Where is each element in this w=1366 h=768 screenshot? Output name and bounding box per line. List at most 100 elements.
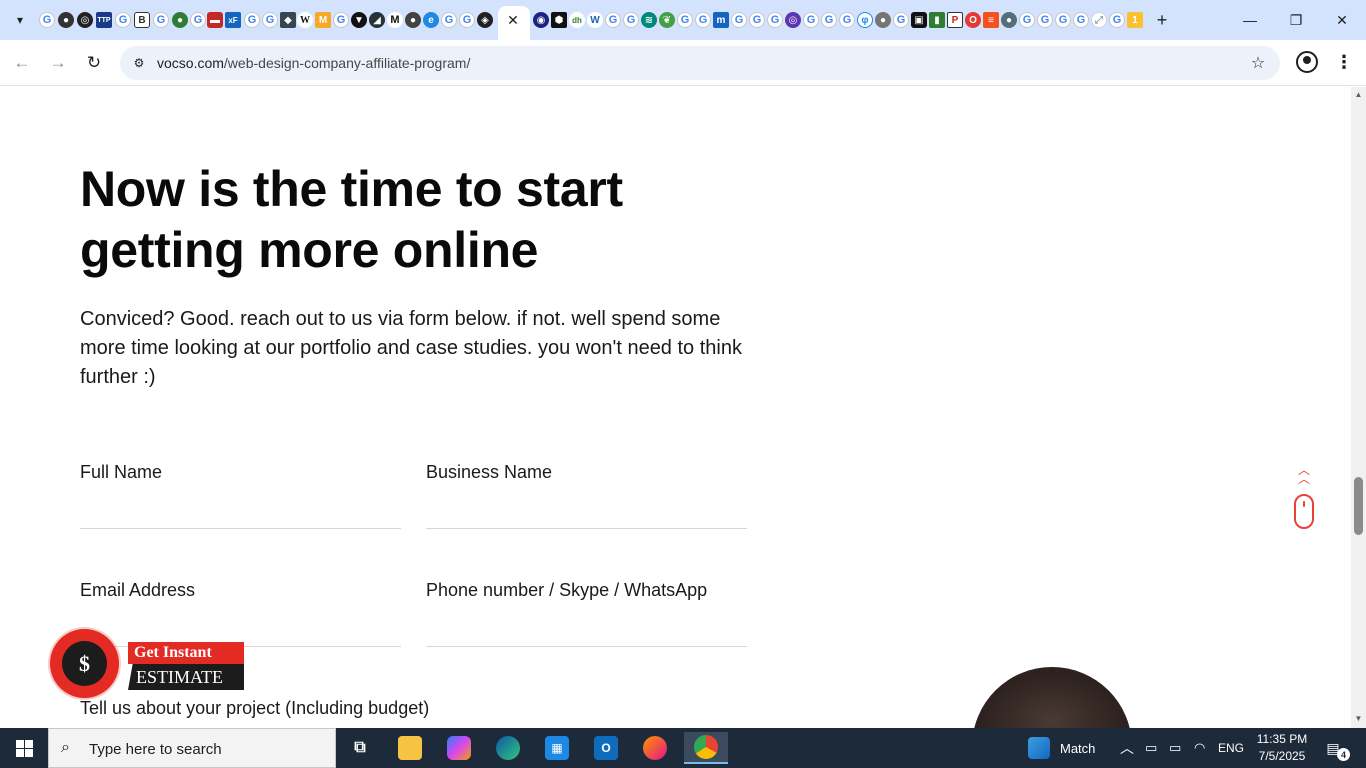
meet-icon[interactable]: ▭ bbox=[1145, 728, 1157, 768]
tab-favicon[interactable]: ▣ bbox=[911, 12, 927, 28]
tab-google-favicon[interactable]: G bbox=[623, 12, 639, 28]
task-view-button[interactable]: ⧉ bbox=[340, 732, 380, 764]
tab-favicon[interactable]: φ bbox=[857, 12, 873, 28]
tab-favicon[interactable]: ▬ bbox=[207, 12, 223, 28]
bookmark-star-icon[interactable]: ☆ bbox=[1248, 53, 1268, 73]
tab-google-favicon[interactable]: G bbox=[1037, 12, 1053, 28]
tab-google-favicon[interactable]: G bbox=[459, 12, 475, 28]
tab-google-favicon[interactable]: G bbox=[190, 12, 206, 28]
tab-google-favicon[interactable]: G bbox=[1019, 12, 1035, 28]
battery-icon[interactable]: ▭ bbox=[1169, 728, 1181, 768]
phone-field[interactable] bbox=[426, 646, 747, 647]
tab-favicon[interactable]: ◎ bbox=[77, 12, 93, 28]
notification-center-button[interactable]: ▤ 4 bbox=[1322, 737, 1350, 761]
tab-favicon[interactable]: ❦ bbox=[659, 12, 675, 28]
url-text[interactable]: vocso.com/web-design-company-affiliate-p… bbox=[157, 55, 470, 71]
tab-favicon[interactable]: B bbox=[134, 12, 150, 28]
tab-google-favicon[interactable]: G bbox=[821, 12, 837, 28]
tab-google-favicon[interactable]: G bbox=[39, 12, 55, 28]
tab-google-favicon[interactable]: G bbox=[677, 12, 693, 28]
tab-google-favicon[interactable]: G bbox=[333, 12, 349, 28]
tab-google-favicon[interactable]: G bbox=[695, 12, 711, 28]
wifi-icon[interactable]: ◠ bbox=[1194, 728, 1205, 768]
taskbar-search-box[interactable]: ⌕ Type here to search bbox=[48, 728, 336, 768]
browser-menu-icon[interactable]: ⋮ bbox=[1334, 50, 1354, 74]
tab-favicon[interactable]: ≡ bbox=[983, 12, 999, 28]
chrome-button[interactable] bbox=[684, 732, 728, 764]
profile-icon[interactable] bbox=[1296, 51, 1318, 73]
tab-google-favicon[interactable]: G bbox=[731, 12, 747, 28]
minimize-button[interactable]: — bbox=[1238, 8, 1262, 32]
tab-google-favicon[interactable]: G bbox=[749, 12, 765, 28]
tab-google-favicon[interactable]: G bbox=[441, 12, 457, 28]
outlook-button[interactable]: O bbox=[586, 732, 626, 764]
tab-favicon[interactable]: ◆ bbox=[280, 12, 296, 28]
tab-favicon[interactable]: ◈ bbox=[477, 12, 493, 28]
instant-estimate-button[interactable]: $ Get Instant ESTIMATE bbox=[50, 629, 250, 699]
tab-favicon[interactable]: ◎ bbox=[785, 12, 801, 28]
tab-google-favicon[interactable]: G bbox=[244, 12, 260, 28]
tab-favicon[interactable]: ◉ bbox=[533, 12, 549, 28]
mouse-scroll-icon[interactable] bbox=[1294, 494, 1314, 529]
tab-favicon[interactable]: ● bbox=[875, 12, 891, 28]
tray-overflow-icon[interactable]: ︿ bbox=[1120, 728, 1134, 768]
reload-button[interactable]: ↻ bbox=[82, 51, 106, 75]
tab-wikipedia-favicon[interactable]: W bbox=[297, 12, 313, 28]
tab-favicon[interactable]: P bbox=[947, 12, 963, 28]
tab-favicon[interactable]: ▮ bbox=[929, 12, 945, 28]
file-explorer-button[interactable] bbox=[390, 732, 430, 764]
page-scrollbar[interactable]: ▲ ▼ bbox=[1351, 87, 1366, 728]
tab-favicon[interactable]: ▼ bbox=[351, 12, 367, 28]
tab-google-favicon[interactable]: G bbox=[1073, 12, 1089, 28]
tab-favicon[interactable]: ⤢ bbox=[1091, 12, 1107, 28]
scrollbar-thumb[interactable] bbox=[1354, 477, 1363, 535]
weather-widget[interactable]: Match bbox=[1028, 728, 1095, 768]
tab-favicon[interactable]: ● bbox=[405, 12, 421, 28]
site-info-icon[interactable]: ⚙ bbox=[130, 54, 148, 72]
new-tab-button[interactable]: + bbox=[1152, 10, 1172, 30]
firefox-button[interactable] bbox=[635, 732, 675, 764]
close-window-button[interactable]: ✕ bbox=[1330, 8, 1354, 32]
tab-google-favicon[interactable]: G bbox=[893, 12, 909, 28]
address-bar[interactable]: ⚙ vocso.com/web-design-company-affiliate… bbox=[120, 46, 1280, 80]
tab-favicon[interactable]: m bbox=[713, 12, 729, 28]
tab-favicon[interactable]: ● bbox=[1001, 12, 1017, 28]
start-button[interactable] bbox=[0, 728, 48, 768]
tab-search-dropdown-icon[interactable]: ▾ bbox=[8, 8, 32, 32]
copilot-button[interactable] bbox=[439, 732, 479, 764]
tab-edge-favicon[interactable]: e bbox=[423, 12, 439, 28]
tab-favicon[interactable]: dh bbox=[569, 12, 585, 28]
tab-google-favicon[interactable]: G bbox=[605, 12, 621, 28]
tab-google-favicon[interactable]: G bbox=[262, 12, 278, 28]
store-button[interactable]: ▦ bbox=[537, 732, 577, 764]
back-button[interactable]: ← bbox=[10, 51, 34, 75]
tab-favicon[interactable]: ◢ bbox=[369, 12, 385, 28]
tab-google-favicon[interactable]: G bbox=[839, 12, 855, 28]
language-indicator[interactable]: ENG bbox=[1218, 728, 1244, 768]
tab-favicon[interactable]: ● bbox=[172, 12, 188, 28]
tab-xf-favicon[interactable]: xF bbox=[225, 12, 241, 28]
tab-google-favicon[interactable]: G bbox=[803, 12, 819, 28]
tab-favicon[interactable]: ● bbox=[58, 12, 74, 28]
tab-google-favicon[interactable]: G bbox=[1109, 12, 1125, 28]
restore-button[interactable]: ❐ bbox=[1284, 8, 1308, 32]
tab-google-favicon[interactable]: G bbox=[1055, 12, 1071, 28]
tab-favicon[interactable]: ≋ bbox=[641, 12, 657, 28]
tab-favicon[interactable]: W bbox=[587, 12, 603, 28]
tab-ttp-favicon[interactable]: TTP bbox=[96, 12, 112, 28]
tab-favicon[interactable]: M bbox=[315, 12, 331, 28]
tab-favicon[interactable]: O bbox=[965, 12, 981, 28]
tab-google-favicon[interactable]: G bbox=[115, 12, 131, 28]
scroll-down-arrow-icon[interactable]: ▼ bbox=[1354, 714, 1363, 723]
tab-google-favicon[interactable]: G bbox=[767, 12, 783, 28]
tab-favicon[interactable]: ⬢ bbox=[551, 12, 567, 28]
full-name-field[interactable] bbox=[80, 528, 401, 529]
scroll-up-arrow-icon[interactable]: ▲ bbox=[1354, 90, 1363, 99]
taskbar-clock[interactable]: 11:35 PM 7/5/2025 bbox=[1252, 731, 1312, 765]
edge-button[interactable] bbox=[488, 732, 528, 764]
tab-m-favicon[interactable]: M bbox=[387, 12, 403, 28]
forward-button[interactable]: → bbox=[46, 51, 70, 75]
close-tab-icon[interactable]: ✕ bbox=[505, 12, 521, 28]
business-name-field[interactable] bbox=[426, 528, 747, 529]
tab-google-favicon[interactable]: G bbox=[153, 12, 169, 28]
